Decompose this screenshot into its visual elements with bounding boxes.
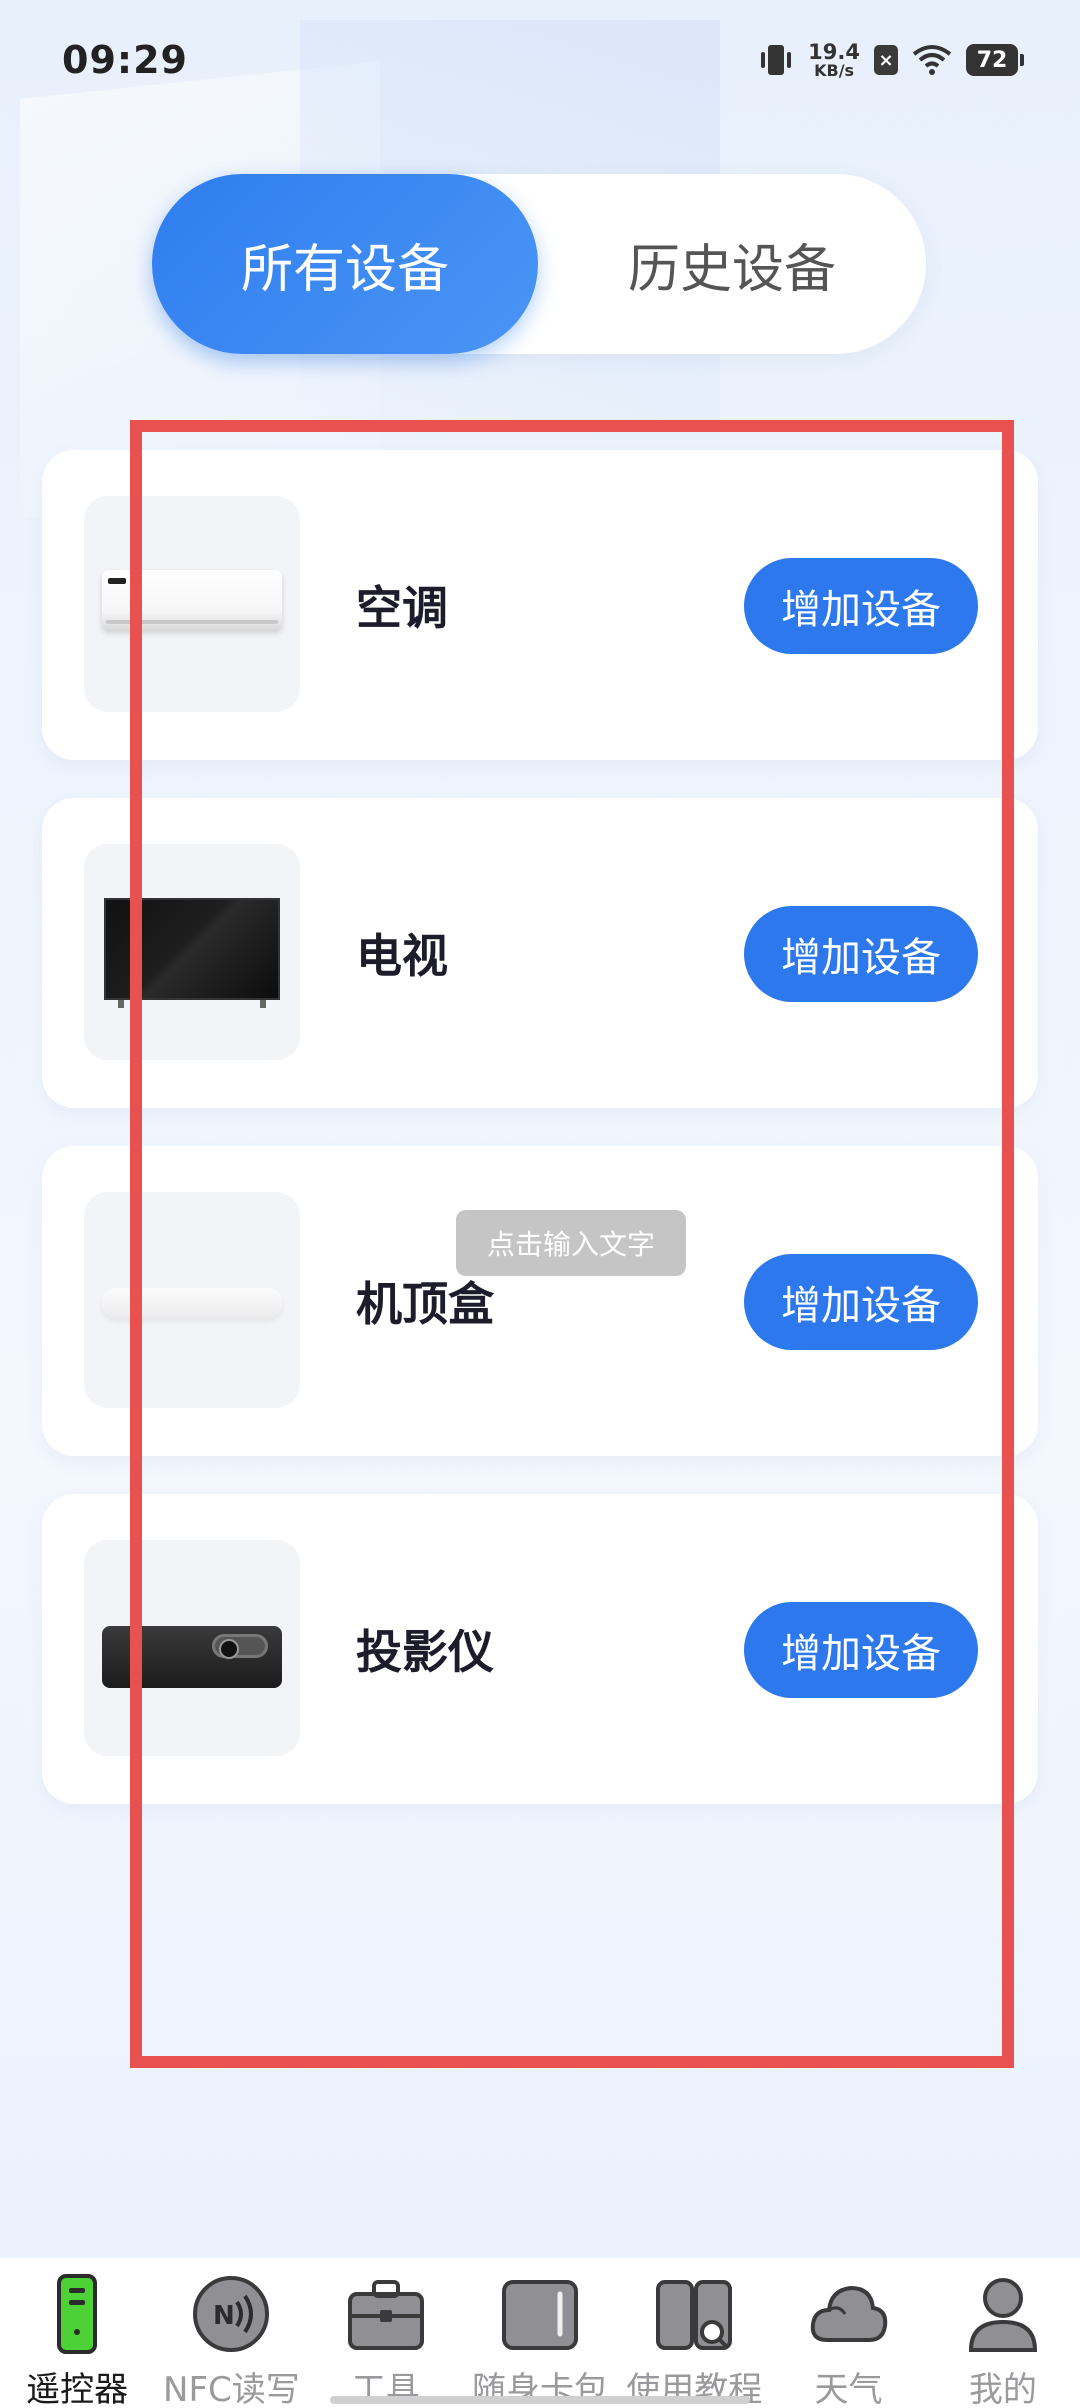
add-device-button[interactable]: 增加设备 [744,558,978,654]
set-top-box-image [84,1192,300,1408]
television-image [84,844,300,1060]
nfc-icon: N [193,2276,270,2352]
toolbox-icon [347,2280,424,2350]
nav-label: NFC读写 [163,2370,300,2408]
add-device-button[interactable]: 增加设备 [744,1602,978,1698]
add-device-button[interactable]: 增加设备 [744,1254,978,1350]
device-card-set-top-box[interactable]: 机顶盒 增加设备 [42,1146,1038,1456]
cloud-icon [810,2285,887,2342]
bottom-nav: 遥控器 N NFC读写 工具 随身卡包 使用教程 天气 我的 [0,2258,1080,2408]
add-device-button[interactable]: 增加设备 [744,906,978,1002]
status-time: 09:29 [62,38,188,82]
vibrate-icon [761,45,792,75]
net-speed-value: 19.4 [808,39,860,64]
device-name: 电视 [356,929,448,983]
status-icons: 19.4 KB/s × 72 [758,39,1024,80]
device-card-projector[interactable]: 投影仪 增加设备 [42,1494,1038,1804]
tutorial-icon [656,2280,733,2350]
air-conditioner-image [84,496,300,712]
nav-item-tutorial[interactable]: 使用教程 [617,2274,771,2408]
nav-item-tools[interactable]: 工具 [309,2274,463,2408]
card-icon [501,2280,578,2350]
device-name: 空调 [356,581,448,635]
device-tabs: 所有设备 历史设备 [152,174,926,354]
device-name: 机顶盒 [356,1277,494,1331]
remote-icon [57,2274,98,2354]
nav-label: 天气 [814,2370,883,2408]
device-name: 投影仪 [356,1625,494,1679]
no-sim-icon: × [874,45,898,75]
device-card-television[interactable]: 电视 增加设备 [42,798,1038,1108]
tab-all-devices[interactable]: 所有设备 [152,174,538,354]
nav-item-nfc[interactable]: N NFC读写 [154,2274,308,2408]
wifi-icon [912,45,952,75]
device-list: 空调 增加设备 电视 增加设备 机顶盒 增加设备 投影仪 增加设备 [42,450,1038,1842]
nav-item-card-wallet[interactable]: 随身卡包 [463,2274,617,2408]
nav-item-remote[interactable]: 遥控器 [0,2274,154,2408]
battery-icon: 72 [966,44,1024,76]
tab-history-devices[interactable]: 历史设备 [538,174,926,354]
svg-text:N: N [213,2301,235,2331]
status-bar: 09:29 19.4 KB/s × 72 [0,0,1080,120]
nav-item-mine[interactable]: 我的 [926,2274,1080,2408]
home-indicator[interactable] [330,2396,750,2404]
net-speed: 19.4 KB/s [808,39,860,80]
nav-label: 遥控器 [26,2370,129,2408]
nav-item-weather[interactable]: 天气 [772,2274,926,2408]
net-speed-unit: KB/s [814,60,855,80]
device-card-air-conditioner[interactable]: 空调 增加设备 [42,450,1038,760]
nav-label: 我的 [968,2370,1037,2408]
text-input-toast[interactable]: 点击输入文字 [456,1210,686,1276]
user-icon [968,2278,1037,2352]
projector-image [84,1540,300,1756]
